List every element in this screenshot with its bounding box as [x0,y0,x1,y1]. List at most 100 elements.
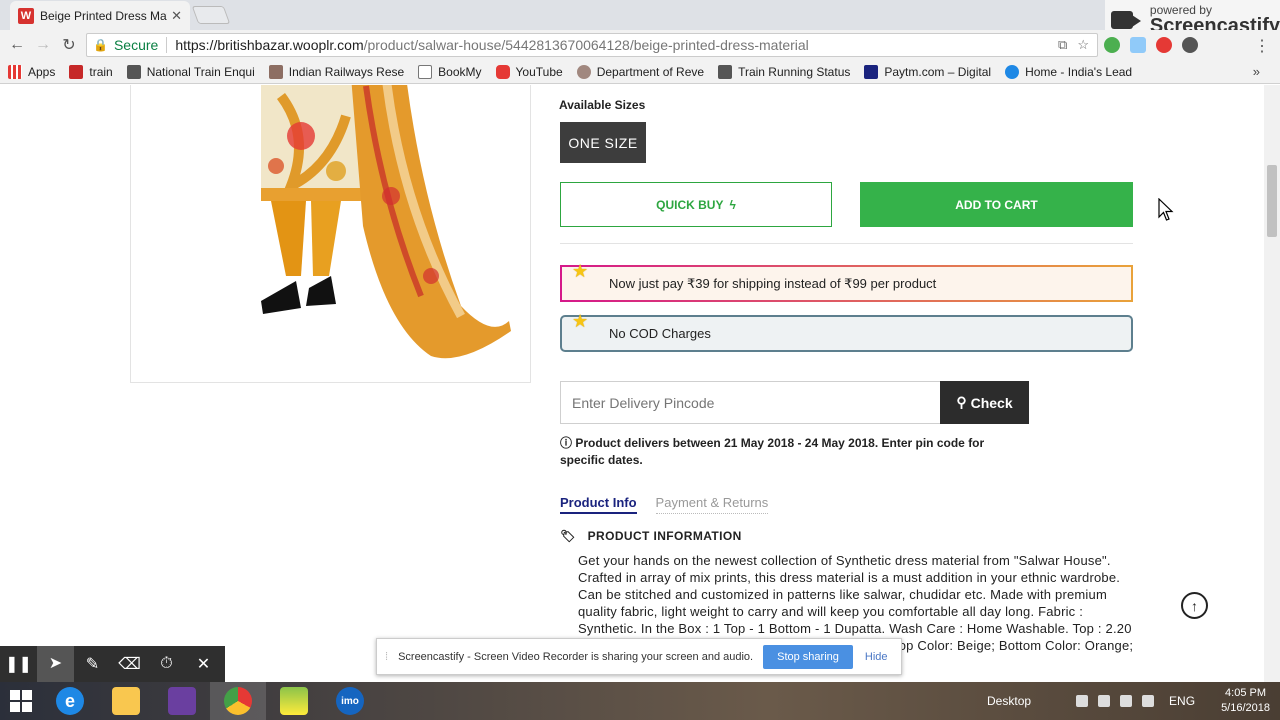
forward-icon[interactable]: → [30,36,56,54]
taskbar-file-explorer[interactable] [98,682,154,720]
divider [560,243,1133,244]
omnibox-divider [166,37,168,53]
back-to-top-icon[interactable]: ↑ [1181,592,1208,619]
network-icon[interactable] [1076,695,1089,707]
new-tab-button[interactable] [191,6,231,24]
internet-explorer-icon: e [56,687,84,715]
extension-red-icon[interactable] [1156,37,1172,53]
pincode-input[interactable] [560,381,941,424]
youtube-icon [495,64,510,79]
system-tray: Desktop ENG 4:05 PM 5/16/2018 [987,682,1280,720]
extension-blue-icon[interactable] [1130,37,1146,53]
location-pin-icon: ⚲ [956,394,967,410]
bookmark-paytm[interactable]: Paytm.com – Digital [864,64,991,79]
back-icon[interactable]: ← [4,36,30,54]
train-icon [69,64,84,79]
cursor-tool-icon[interactable]: ➤ [37,646,74,682]
dress-illustration [261,85,511,359]
add-to-cart-button[interactable]: ADD TO CART [860,182,1133,227]
mouse-pointer-icon [1158,198,1174,221]
page-scrollbar[interactable] [1264,85,1280,685]
desktop-toolbar[interactable]: Desktop [987,694,1031,708]
paytm-icon [864,64,879,79]
language-indicator[interactable]: ENG [1169,694,1195,708]
translate-icon[interactable]: ⧉ [1058,37,1067,53]
extension-green-icon[interactable] [1104,37,1120,53]
cod-offer-banner: ★ No COD Charges [560,311,1133,352]
bookmark-apps[interactable]: Apps [8,64,55,79]
lock-icon: 🔒 [93,38,108,52]
screen-sharing-notification: ⁞ Screencastify - Screen Video Recorder … [376,638,902,675]
volume-icon[interactable] [1098,695,1111,707]
bookmarks-overflow-icon[interactable]: » [1253,64,1260,79]
imo-icon: imo [336,687,364,715]
eraser-icon[interactable]: ⌫ [111,654,148,674]
battery-icon[interactable] [1120,695,1133,707]
check-pincode-button[interactable]: ⚲ Check [940,381,1029,424]
clock[interactable]: 4:05 PM 5/16/2018 [1221,686,1270,716]
notification-icon[interactable] [1142,695,1155,707]
quick-buy-label: QUICK BUY [656,197,724,212]
bookmark-department-of-revenue[interactable]: Department of Reve [576,64,704,79]
scrollbar-thumb[interactable] [1267,165,1277,237]
shipping-offer-text: Now just pay ₹39 for shipping instead of… [609,275,937,291]
taskbar-visual-studio[interactable] [154,682,210,720]
windows-taskbar: e imo Desktop ENG 4:05 PM 5/16/2018 [0,682,1280,720]
train-icon [718,64,733,79]
info-icon: ⓘ [560,436,573,450]
product-information-heading: 🏷 PRODUCT INFORMATION [560,529,742,543]
pause-icon[interactable]: ❚❚ [0,654,37,674]
delivery-estimate: ⓘ Product delivers between 21 May 2018 -… [560,435,1020,469]
start-button[interactable] [0,682,42,720]
bookmark-youtube[interactable]: YouTube [495,64,563,79]
apps-icon [8,64,22,79]
taskbar-internet-explorer[interactable]: e [42,682,98,720]
stop-sharing-button[interactable]: Stop sharing [763,644,853,669]
bookmark-train[interactable]: train [69,64,113,79]
url-path: /product/salwar-house/5442813670064128/b… [363,37,809,53]
emblem-icon [576,64,591,79]
product-information-title: PRODUCT INFORMATION [587,529,742,543]
quick-buy-button[interactable]: QUICK BUY ϟ [560,182,832,227]
tab-product-info[interactable]: Product Info [560,495,637,514]
lightning-icon: ϟ [729,197,736,212]
hide-button[interactable]: Hide [865,651,888,663]
browser-tab[interactable]: W Beige Printed Dress Mate ✕ [10,1,190,30]
url-host: https://britishbazar.wooplr.com [175,37,364,53]
product-tabs: Product Info Payment & Returns [560,495,769,514]
drag-handle-icon[interactable]: ⁞ [385,651,388,663]
extension-icons [1104,37,1198,53]
screencastify-controls: ❚❚ ➤ ✎ ⌫ ⏱ ✕ [0,646,225,682]
chrome-icon [224,687,252,715]
bookmark-star-icon[interactable]: ☆ [1077,37,1089,53]
browser-menu-icon[interactable]: ⋮ [1254,36,1270,56]
clock-time: 4:05 PM [1225,687,1267,699]
extension-dark-icon[interactable] [1182,37,1198,53]
page-icon [418,64,433,79]
bluestacks-icon [280,687,308,715]
product-page: Available Sizes ONE SIZE QUICK BUY ϟ ADD… [0,85,1264,685]
bookmark-national-train-enquiry[interactable]: National Train Enqui [126,64,255,79]
available-sizes-label: Available Sizes [559,98,646,112]
bookmark-home-india[interactable]: Home - India's Lead [1005,64,1132,79]
bookmark-indian-railways[interactable]: Indian Railways Rese [268,64,404,79]
wooplr-favicon-icon: W [18,7,34,24]
reload-icon[interactable]: ↻ [56,35,82,55]
secure-label: Secure [113,37,159,53]
taskbar-bluestacks[interactable] [266,682,322,720]
timer-icon[interactable]: ⏱ [148,655,185,673]
tab-title: Beige Printed Dress Mate [40,8,168,23]
pen-tool-icon[interactable]: ✎ [74,654,111,674]
taskbar-chrome[interactable] [210,682,266,720]
tab-strip: W Beige Printed Dress Mate ✕ [0,0,1280,30]
size-option-one-size[interactable]: ONE SIZE [560,122,646,163]
address-bar[interactable]: 🔒 Secure https://britishbazar.wooplr.com… [86,33,1098,57]
shipping-offer-banner: ★ Now just pay ₹39 for shipping instead … [560,261,1133,302]
tab-payment-returns[interactable]: Payment & Returns [655,495,769,514]
product-image[interactable] [130,85,531,383]
bookmark-bookmy[interactable]: BookMy [418,64,482,79]
close-tab-icon[interactable]: ✕ [171,8,182,24]
close-icon[interactable]: ✕ [185,654,222,674]
taskbar-imo[interactable]: imo [322,682,378,720]
bookmark-train-running-status[interactable]: Train Running Status [718,64,850,79]
